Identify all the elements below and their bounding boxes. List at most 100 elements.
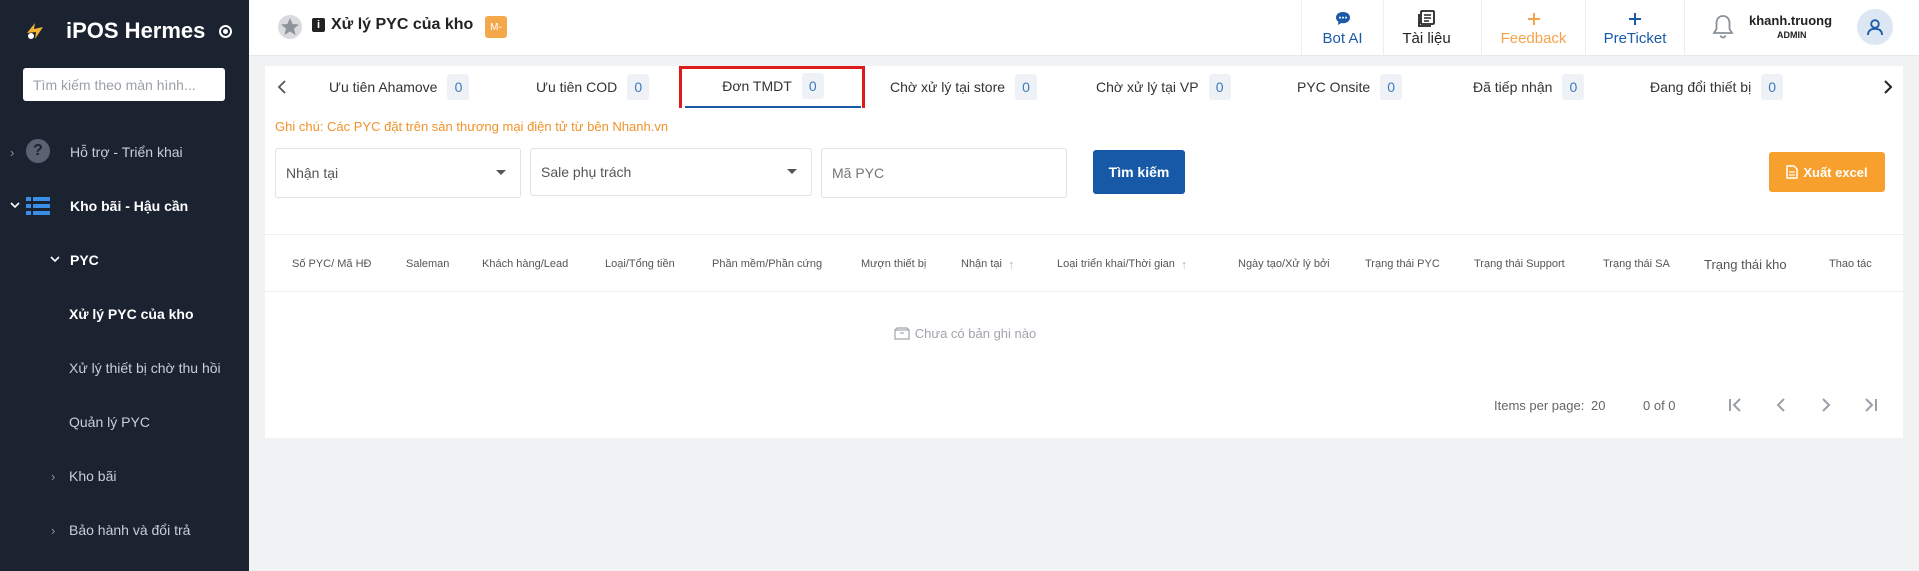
col-nhan-tai-label: Nhận tại	[961, 258, 1002, 270]
last-page-button[interactable]	[1857, 392, 1883, 418]
last-page-icon	[1865, 398, 1877, 412]
preticket-button[interactable]: PreTicket	[1585, 0, 1685, 56]
col-muon-thiet-bi[interactable]: Mượn thiết bị	[861, 235, 926, 293]
col-saleman[interactable]: Saleman	[406, 235, 449, 293]
empty-text: Chưa có bản ghi nào	[914, 326, 1037, 341]
tab-label: Ưu tiên COD	[536, 79, 618, 95]
user-name[interactable]: khanh.truong	[1749, 13, 1832, 28]
col-loai-tong-tien[interactable]: Loại/Tổng tiền	[605, 235, 675, 293]
sidebar-item-pyc[interactable]: PYC	[0, 245, 249, 275]
sidebar-item-xu-ly-pyc-cua-kho[interactable]: Xử lý PYC của kho	[0, 299, 249, 329]
sidebar-item-quan-ly-pyc[interactable]: Quản lý PYC	[0, 407, 249, 437]
preticket-label: PreTicket	[1603, 29, 1667, 47]
col-trang-thai-sa[interactable]: Trạng thái SA	[1603, 235, 1670, 293]
hermes-logo-icon	[20, 16, 50, 46]
tab-uu-tien-ahamove[interactable]: Ưu tiên Ahamove 0	[329, 66, 470, 108]
sidebar-item-label: Bảo hành và đổi trả	[69, 522, 191, 538]
chevron-right-icon: ›	[10, 144, 15, 160]
tab-uu-tien-cod[interactable]: Ưu tiên COD 0	[536, 66, 650, 108]
col-loai-trien-khai-label: Loại triển khai/Thời gian	[1057, 258, 1175, 270]
export-excel-button[interactable]: Xuất excel	[1769, 152, 1885, 192]
received-at-value: Nhận tại	[286, 165, 339, 181]
tab-label: PYC Onsite	[1297, 79, 1371, 95]
bell-icon[interactable]	[1711, 14, 1735, 40]
tab-count: 0	[1380, 74, 1403, 100]
chevron-right-icon: ›	[51, 522, 56, 538]
page-range: 0 of 0	[1643, 398, 1676, 413]
radio-icon[interactable]	[219, 24, 233, 38]
prev-page-button[interactable]	[1768, 392, 1794, 418]
chevron-right-icon	[1884, 80, 1893, 94]
table-header: Số PYC/ Mã HĐ Saleman Khách hàng/Lead Lo…	[265, 234, 1903, 292]
first-page-button[interactable]	[1723, 392, 1749, 418]
tab-count: 0	[1208, 74, 1231, 100]
plus-icon	[1527, 10, 1541, 28]
user-icon	[1867, 19, 1883, 36]
user-role: ADMIN	[1777, 30, 1807, 40]
tai-lieu-label: Tài liệu	[1402, 29, 1451, 47]
items-per-page-select[interactable]: 20	[1591, 398, 1605, 413]
content-panel: Ghi chú: Các PYC đặt trên sàn thương mại…	[265, 108, 1903, 438]
brand[interactable]: iPOS Hermes	[20, 16, 233, 46]
file-icon	[1786, 165, 1799, 179]
sidebar-search-input[interactable]	[23, 68, 225, 101]
bot-ai-button[interactable]: Bot AI	[1301, 0, 1383, 56]
sidebar-item-label: Kho bãi	[69, 468, 117, 484]
tabs-prev-button[interactable]	[267, 66, 297, 108]
tab-count: 0	[1562, 74, 1585, 100]
tabs-next-button[interactable]	[1873, 66, 1903, 108]
chevron-right-icon	[1822, 398, 1831, 412]
feedback-label: Feedback	[1500, 29, 1567, 47]
top-header: i Xử lý PYC của kho M- Bot AI Tài liệu F…	[249, 0, 1919, 56]
page-title: Xử lý PYC của kho	[331, 16, 474, 33]
col-trang-thai-kho[interactable]: Trạng thái kho	[1704, 235, 1787, 293]
tab-cho-xu-ly-tai-vp[interactable]: Chờ xử lý tại VP 0	[1096, 66, 1231, 108]
tab-dang-doi-thiet-bi[interactable]: Đang đổi thiết bị 0	[1650, 66, 1784, 108]
sort-up-icon[interactable]: ↑	[1008, 257, 1015, 272]
sidebar-item-bao-hanh[interactable]: › Bảo hành và đổi trả	[0, 515, 249, 545]
col-thao-tac[interactable]: Thao tác	[1829, 235, 1872, 293]
tab-count: 0	[447, 74, 470, 100]
tab-don-tmdt[interactable]: Đơn TMDT 0	[685, 66, 861, 108]
col-loai-trien-khai[interactable]: Loại triển khai/Thời gian ↑	[1057, 235, 1187, 293]
sidebar-item-kho-bai[interactable]: › Kho bãi	[0, 461, 249, 491]
received-at-select[interactable]: Nhận tại	[275, 148, 521, 198]
tai-lieu-button[interactable]: Tài liệu	[1383, 0, 1469, 56]
next-page-button[interactable]	[1813, 392, 1839, 418]
pyc-code-input[interactable]	[821, 148, 1067, 198]
tab-pyc-onsite[interactable]: PYC Onsite 0	[1297, 66, 1403, 108]
tab-da-tiep-nhan[interactable]: Đã tiếp nhận 0	[1473, 66, 1585, 108]
sidebar-item-label: Xử lý thiết bị chờ thu hồi	[69, 360, 221, 376]
avatar[interactable]	[1857, 9, 1893, 45]
tab-cho-xu-ly-tai-store[interactable]: Chờ xử lý tại store 0	[890, 66, 1038, 108]
chevron-down-icon	[9, 199, 21, 214]
box-icon	[894, 327, 910, 340]
col-nhan-tai[interactable]: Nhận tại ↑	[961, 235, 1014, 293]
col-so-pyc[interactable]: Số PYC/ Mã HĐ	[292, 235, 371, 293]
empty-state: Chưa có bản ghi nào	[265, 326, 1665, 341]
sidebar-item-kho-bai-hau-can[interactable]: Kho bãi - Hậu cần	[0, 191, 249, 221]
caret-down-icon	[787, 169, 797, 174]
col-ngay-tao[interactable]: Ngày tạo/Xử lý bởi	[1238, 235, 1330, 293]
help-icon: ?	[26, 139, 50, 163]
brand-name: iPOS Hermes	[66, 18, 206, 43]
sidebar-item-label: Hỗ trợ - Triển khai	[70, 144, 183, 160]
feedback-button[interactable]: Feedback	[1481, 0, 1585, 56]
sidebar-item-ho-tro-trien-khai[interactable]: › ? Hỗ trợ - Triển khai	[0, 137, 249, 167]
col-trang-thai-pyc[interactable]: Trạng thái PYC	[1365, 235, 1440, 293]
sale-select[interactable]: Sale phụ trách	[530, 148, 812, 196]
bot-ai-label: Bot AI	[1322, 29, 1363, 47]
col-trang-thai-support[interactable]: Trạng thái Support	[1474, 235, 1565, 293]
caret-down-icon	[496, 170, 506, 175]
sidebar: iPOS Hermes › ? Hỗ trợ - Triển khai Kho …	[0, 0, 249, 571]
sort-up-icon[interactable]: ↑	[1181, 257, 1188, 272]
status-tabs: Ưu tiên Ahamove 0 Ưu tiên COD 0 Đơn TMDT 0 …	[265, 66, 1903, 108]
plus-icon	[1628, 10, 1642, 28]
tab-label: Ưu tiên Ahamove	[329, 79, 438, 95]
col-khach-hang[interactable]: Khách hàng/Lead	[482, 235, 568, 293]
items-per-page-label: Items per page:	[1494, 398, 1585, 413]
search-button[interactable]: Tìm kiếm	[1093, 150, 1185, 194]
chevron-left-icon	[1776, 398, 1785, 412]
col-phan-mem[interactable]: Phần mềm/Phần cứng	[712, 235, 822, 293]
sidebar-item-xu-ly-thiet-bi[interactable]: Xử lý thiết bị chờ thu hồi	[0, 353, 249, 383]
